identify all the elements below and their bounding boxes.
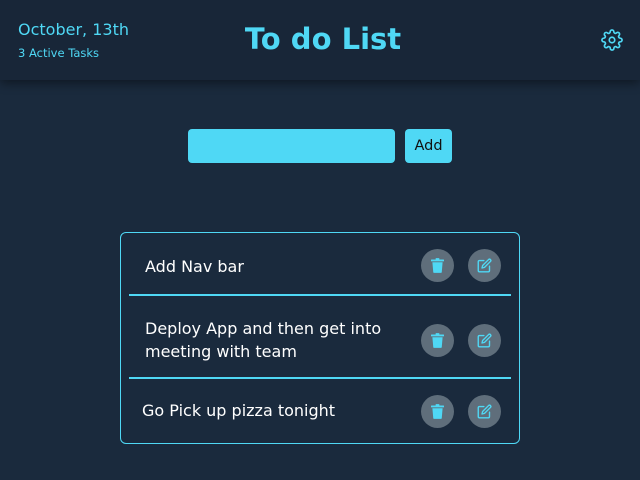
edit-icon: [477, 404, 492, 419]
app-header: October, 13th 3 Active Tasks To do List: [0, 0, 640, 80]
delete-task-button[interactable]: [421, 395, 454, 428]
task-text: Add Nav bar: [145, 257, 244, 276]
edit-task-button[interactable]: [468, 249, 501, 282]
gear-icon[interactable]: [601, 29, 623, 51]
edit-task-button[interactable]: [468, 395, 501, 428]
current-date: October, 13th: [18, 20, 129, 39]
task-item: Deploy App and then get into meeting wit…: [121, 296, 519, 378]
active-tasks-count: 3 Active Tasks: [18, 46, 100, 60]
task-item: Go Pick up pizza tonight: [121, 379, 519, 443]
add-task-button[interactable]: Add: [405, 129, 452, 163]
task-list: Add Nav bar Deploy App and then get into…: [120, 232, 520, 444]
delete-task-button[interactable]: [421, 249, 454, 282]
trash-icon: [431, 333, 444, 348]
task-text: Go Pick up pizza tonight: [142, 401, 336, 420]
edit-task-button[interactable]: [468, 324, 501, 357]
delete-task-button[interactable]: [421, 324, 454, 357]
trash-icon: [431, 258, 444, 273]
new-task-input[interactable]: [188, 129, 395, 163]
task-text: Deploy App and then get into meeting wit…: [145, 319, 382, 361]
todo-app: October, 13th 3 Active Tasks To do List …: [0, 0, 640, 480]
task-item: Add Nav bar: [121, 233, 519, 295]
edit-icon: [477, 333, 492, 348]
edit-icon: [477, 258, 492, 273]
trash-icon: [431, 404, 444, 419]
